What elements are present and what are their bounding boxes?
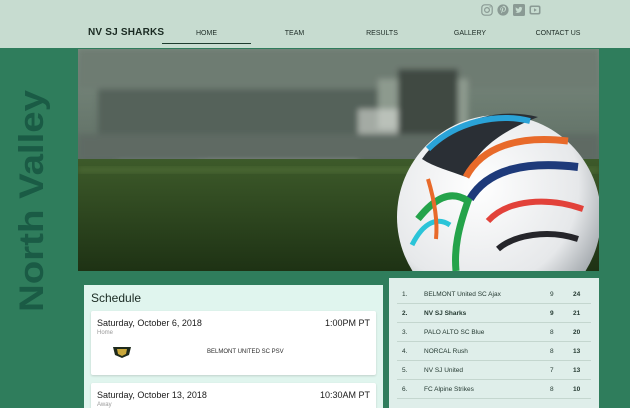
game-venue: Home [97,330,114,336]
nav-contact-us[interactable]: CONTACT US [514,24,602,43]
table-row: 5. NV SJ United 7 13 [389,361,599,380]
sidebar-title-text: North Valley [13,90,50,312]
youtube-icon[interactable] [529,4,541,16]
rank: 4. [402,348,408,355]
standings-table: 1. BELMONT United SC Ajax 9 24 2. NV SJ … [389,278,599,408]
nav-gallery[interactable]: GALLERY [426,24,514,43]
table-row: 3. PALO ALTO SC Blue 8 20 [389,323,599,342]
game-card[interactable]: Saturday, October 6, 2018 1:00PM PT Home… [91,311,376,375]
instagram-icon[interactable] [481,4,493,16]
table-row: 1. BELMONT United SC Ajax 9 24 [389,285,599,304]
game-time: 1:00PM PT [324,318,370,328]
opponent-logo [109,345,135,359]
rank: 6. [402,386,408,393]
table-row: 6. FC Alpine Strikes 8 10 [389,380,599,399]
rank: 2. [402,310,408,317]
pinterest-icon[interactable] [497,4,509,16]
opponent-name: BELMONT UNITED SC PSV [207,349,284,355]
row-divider [397,398,591,399]
rank: 1. [402,291,408,298]
points: 21 [573,310,581,317]
game-card[interactable]: Saturday, October 13, 2018 10:30AM PT Aw… [91,383,376,408]
table-row: 2. NV SJ Sharks 9 21 [389,304,599,323]
games-played: 8 [550,386,554,393]
games-played: 7 [550,367,554,374]
table-row: 4. NORCAL Rush 8 13 [389,342,599,361]
sidebar-title: North Valley [10,87,51,312]
schedule-title: Schedule [91,291,142,305]
game-date: Saturday, October 13, 2018 [97,390,207,400]
points: 24 [573,291,581,298]
top-navigation-bar: NV SJ SHARKS HOME TEAM RESULTS GALLERY C… [0,0,630,48]
game-time: 10:30AM PT [319,390,370,400]
games-played: 8 [550,348,554,355]
team-name: PALO ALTO SC Blue [424,329,485,336]
games-played: 9 [550,291,554,298]
points: 20 [573,329,581,336]
hero-image [78,49,599,271]
games-played: 8 [550,329,554,336]
social-links [481,4,541,16]
nav-team[interactable]: TEAM [251,24,338,43]
twitter-icon[interactable] [513,4,525,16]
nav-results[interactable]: RESULTS [338,24,426,43]
rank: 3. [402,329,408,336]
team-name: NORCAL Rush [424,348,468,355]
team-name: FC Alpine Strikes [424,386,474,393]
points: 13 [573,348,581,355]
schedule-panel: Schedule Saturday, October 6, 2018 1:00P… [84,285,383,408]
main-nav: HOME TEAM RESULTS GALLERY CONTACT US [162,24,602,44]
games-played: 9 [550,310,554,317]
nav-home[interactable]: HOME [162,24,251,44]
team-name: NV SJ United [424,367,464,374]
game-venue: Away [97,402,112,408]
team-name: BELMONT United SC Ajax [424,291,501,298]
points: 10 [573,386,581,393]
game-date: Saturday, October 6, 2018 [97,318,202,328]
site-brand[interactable]: NV SJ SHARKS [88,27,164,38]
team-name: NV SJ Sharks [424,310,467,317]
points: 13 [573,367,581,374]
rank: 5. [402,367,408,374]
